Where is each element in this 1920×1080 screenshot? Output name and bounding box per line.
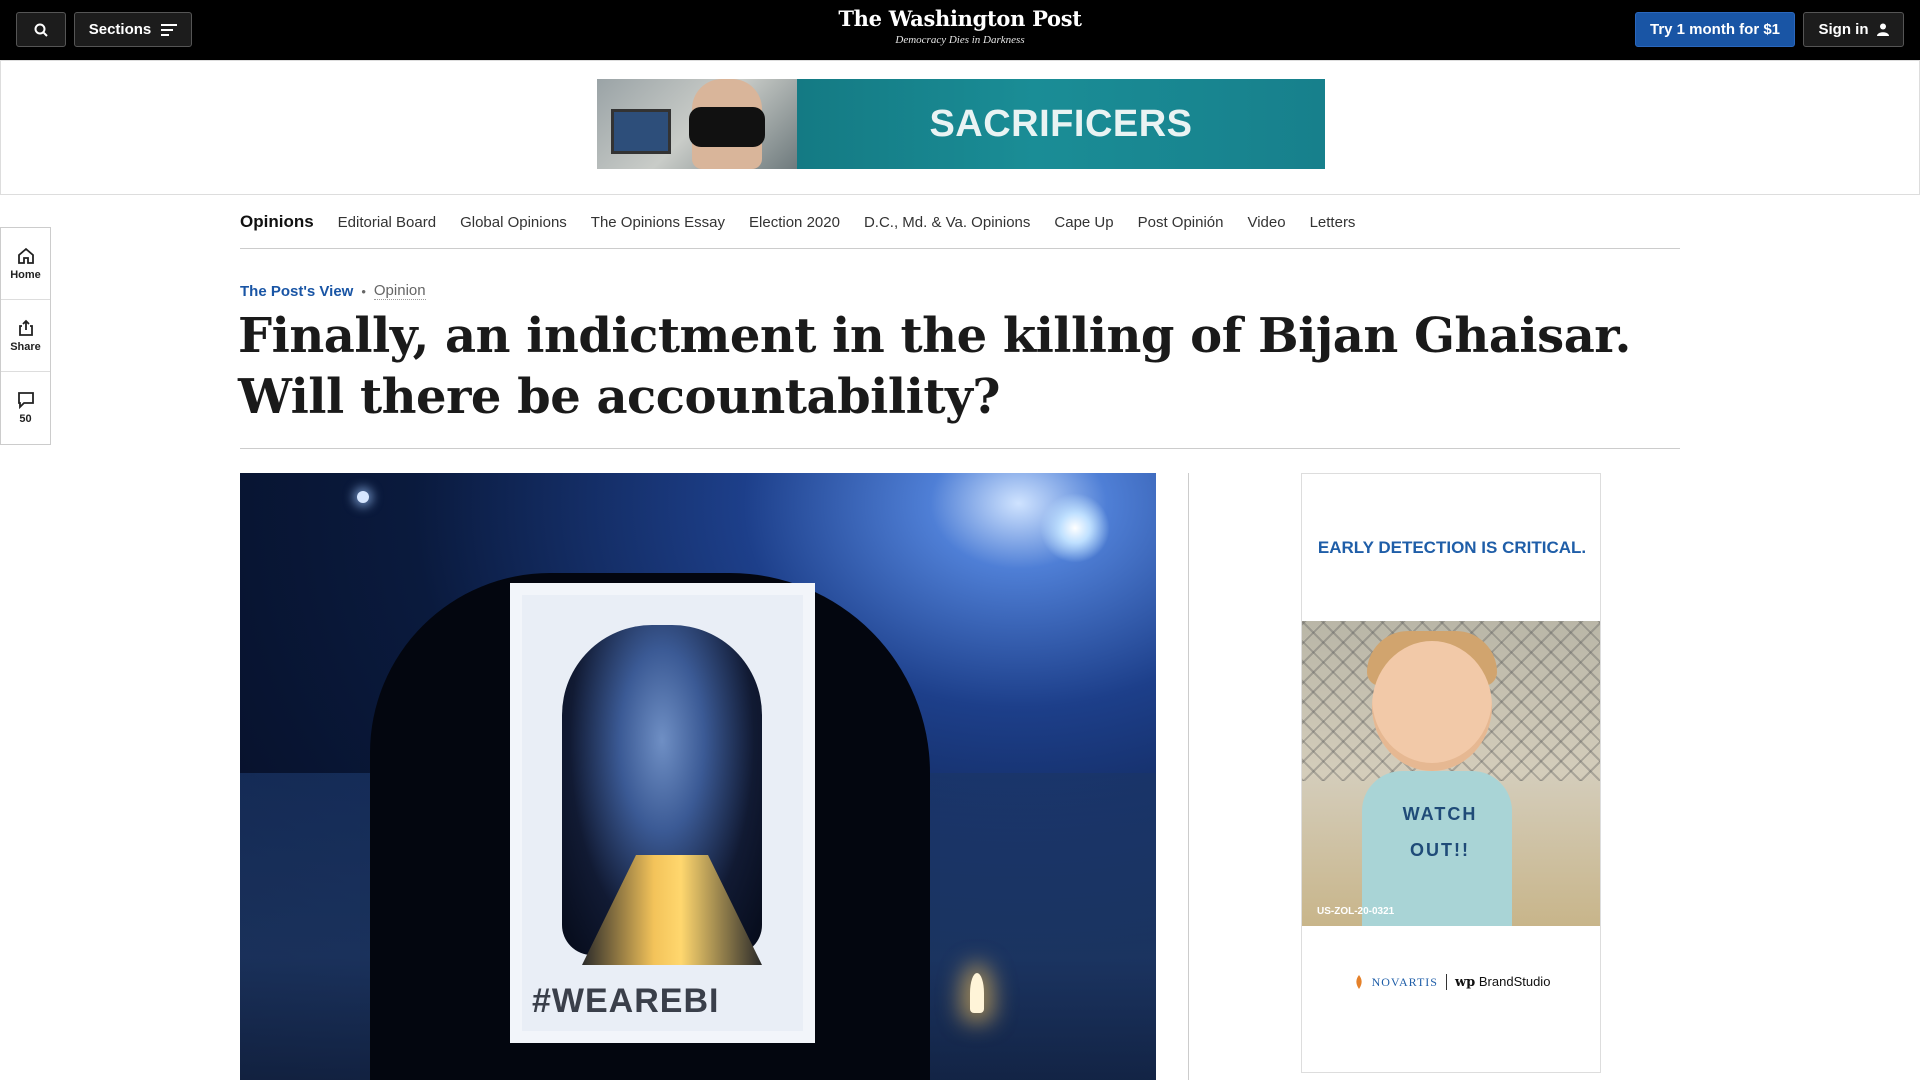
logo-tagline: Democracy Dies in Darkness	[895, 34, 1025, 46]
nav-opinions[interactable]: Opinions	[240, 212, 314, 232]
share-icon	[18, 319, 33, 336]
nav-opinions-essay[interactable]: The Opinions Essay	[591, 214, 725, 231]
top-navigation-bar: Sections The Washington Post Democracy D…	[0, 0, 1920, 60]
headline-divider	[240, 448, 1680, 449]
home-label: Home	[10, 268, 41, 281]
nav-video[interactable]: Video	[1247, 214, 1285, 231]
light-flare	[1040, 493, 1110, 563]
sponsor-name: NOVARTIS	[1371, 974, 1438, 989]
nav-dc-md-va-opinions[interactable]: D.C., Md. & Va. Opinions	[864, 214, 1030, 231]
brand-studio: BrandStudio	[1478, 974, 1551, 989]
user-icon	[1876, 23, 1889, 36]
search-icon	[34, 23, 48, 37]
opinions-section-nav: Opinions Editorial Board Global Opinions…	[240, 196, 1680, 249]
nav-editorial-board[interactable]: Editorial Board	[338, 214, 436, 231]
side-ad-photo: WATCH OUT!! US-ZOL-20-0321	[1302, 621, 1600, 926]
brand-wp: wp	[1454, 975, 1476, 990]
banner-ad[interactable]: SACRIFICERS	[597, 79, 1325, 169]
comments-count: 50	[19, 413, 32, 425]
share-button[interactable]: Share	[1, 300, 50, 372]
candle	[970, 973, 984, 1013]
menu-icon	[161, 23, 178, 36]
comments-button[interactable]: 50	[1, 372, 50, 444]
poster-hashtag: #WEAREBI	[532, 982, 720, 1020]
side-ad-code: US-ZOL-20-0321	[1317, 906, 1395, 917]
article-kicker: The Post's View • Opinion	[240, 282, 426, 300]
kicker-posts-view-link[interactable]: The Post's View	[240, 283, 353, 300]
column-divider	[1188, 473, 1189, 1080]
article-hero-image[interactable]: #WEAREBI	[240, 473, 1156, 1080]
home-button[interactable]: Home	[1, 228, 50, 300]
sections-label: Sections	[88, 21, 152, 38]
banner-ad-photo	[597, 79, 797, 169]
side-ad-shirt-text: WATCH OUT!!	[1402, 804, 1478, 860]
logo-title: The Washington Post	[838, 6, 1082, 31]
share-label: Share	[10, 340, 41, 353]
home-icon	[17, 247, 34, 264]
sections-menu-button[interactable]: Sections	[74, 12, 192, 47]
sponsor-separator	[1445, 974, 1447, 990]
nav-post-opinion[interactable]: Post Opinión	[1138, 214, 1224, 231]
search-button[interactable]	[16, 12, 66, 47]
nav-election-2020[interactable]: Election 2020	[749, 214, 840, 231]
left-action-rail: Home Share 50	[0, 227, 51, 445]
brand-studio-label: wp BrandStudio	[1455, 974, 1550, 990]
article-headline: Finally, an indictment in the killing of…	[238, 308, 1631, 425]
subscribe-button[interactable]: Try 1 month for $1	[1635, 12, 1795, 47]
side-ad-sponsor: NOVARTIS wp BrandStudio	[1302, 974, 1600, 990]
side-ad[interactable]: EARLY DETECTION IS CRITICAL. WATCH OUT!!…	[1301, 473, 1601, 1073]
light-bulb	[357, 491, 369, 503]
banner-ad-text: SACRIFICERS	[929, 102, 1193, 145]
comment-icon	[17, 392, 34, 409]
side-ad-headline: EARLY DETECTION IS CRITICAL.	[1317, 538, 1587, 557]
nav-letters[interactable]: Letters	[1310, 214, 1356, 231]
nav-global-opinions[interactable]: Global Opinions	[460, 214, 567, 231]
kicker-separator: •	[361, 283, 366, 299]
kicker-opinion-link[interactable]: Opinion	[373, 282, 426, 300]
sign-in-label: Sign in	[1818, 21, 1869, 38]
novartis-flame-icon	[1355, 975, 1362, 989]
top-ad-container: SACRIFICERS	[0, 60, 1920, 195]
sign-in-button[interactable]: Sign in	[1803, 12, 1904, 47]
memorial-poster: #WEAREBI	[510, 583, 815, 1043]
site-logo[interactable]: The Washington Post Democracy Dies in Da…	[760, 6, 1160, 46]
nav-cape-up[interactable]: Cape Up	[1054, 214, 1113, 231]
